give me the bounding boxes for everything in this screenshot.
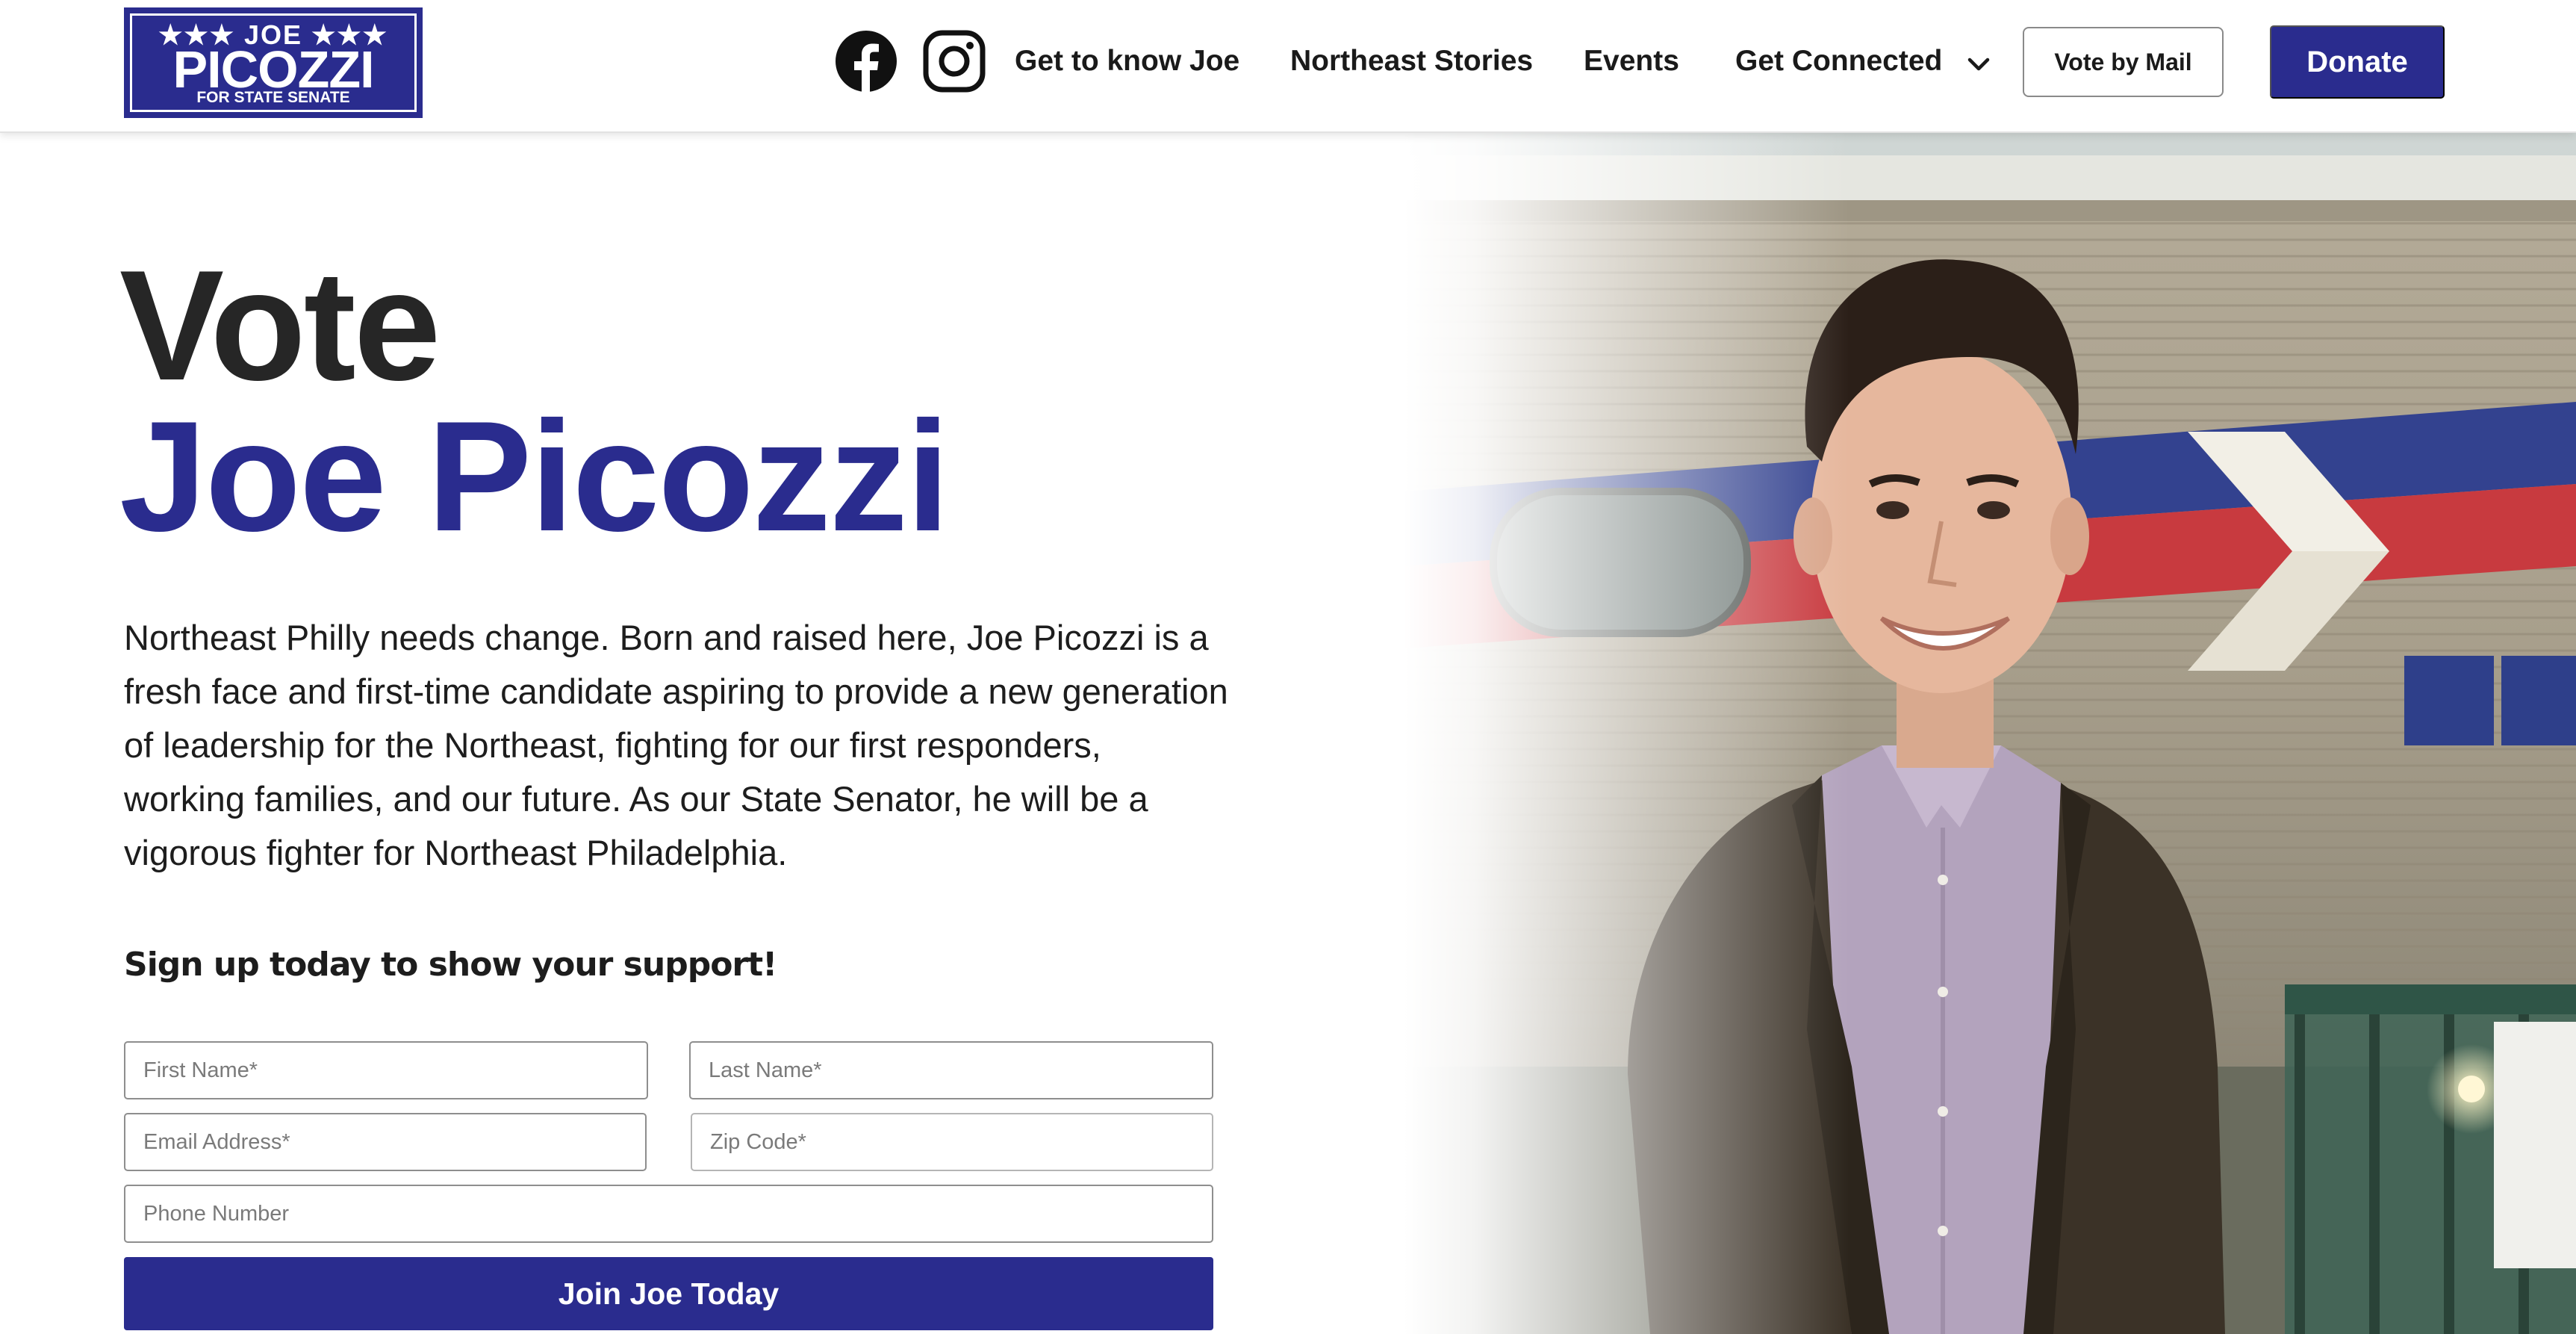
- vote-by-mail-button[interactable]: Vote by Mail: [2023, 27, 2224, 97]
- intro-paragraph: Northeast Philly needs change. Born and …: [124, 618, 1228, 872]
- nav-get-to-know-joe[interactable]: Get to know Joe: [1015, 42, 1239, 81]
- email-field[interactable]: [124, 1113, 647, 1171]
- site-header: ★★★ JOE ★★★ PICOZZI FOR STATE SENATE Get…: [0, 0, 2576, 133]
- facebook-icon[interactable]: [835, 30, 897, 93]
- nav-events[interactable]: Events: [1584, 42, 1679, 81]
- chevron-down-icon[interactable]: [1964, 49, 1994, 79]
- join-joe-button[interactable]: Join Joe Today: [124, 1257, 1213, 1330]
- phone-number-field[interactable]: [124, 1185, 1213, 1243]
- donate-button[interactable]: Donate: [2270, 25, 2445, 99]
- logo-frame: ★★★ JOE ★★★ PICOZZI FOR STATE SENATE: [130, 13, 417, 112]
- nav-get-connected[interactable]: Get Connected: [1735, 42, 1942, 81]
- last-name-field[interactable]: [689, 1041, 1213, 1099]
- logo-main-text: PICOZZI: [172, 40, 374, 99]
- logo-sub-text: FOR STATE SENATE: [132, 89, 414, 107]
- nav-northeast-stories[interactable]: Northeast Stories: [1290, 42, 1533, 81]
- zip-code-field[interactable]: [691, 1113, 1213, 1171]
- headline-vote: Vote: [119, 238, 441, 413]
- hero-photo: [1404, 133, 2576, 1334]
- instagram-icon[interactable]: [923, 30, 986, 93]
- first-name-field[interactable]: [124, 1041, 648, 1099]
- signup-heading: Sign up today to show your support!: [124, 946, 777, 984]
- campaign-logo[interactable]: ★★★ JOE ★★★ PICOZZI FOR STATE SENATE: [124, 7, 423, 118]
- headline-candidate-name: Joe Picozzi: [119, 388, 950, 564]
